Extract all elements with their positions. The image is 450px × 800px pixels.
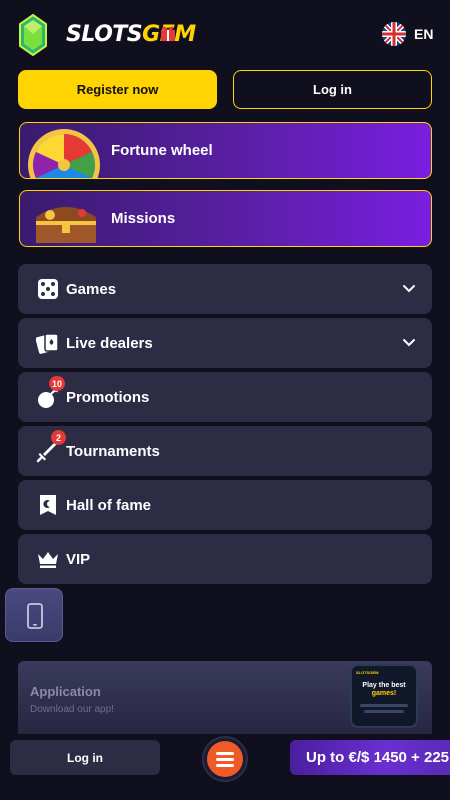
welcome-bonus-button[interactable]: Up to €/$ 1450 + 225 [290,740,450,775]
menu-item-label: Live dealers [66,334,153,352]
chevron-down-icon[interactable] [402,336,416,350]
mobile-device-button[interactable] [5,588,63,642]
dice-icon [38,279,58,299]
tournaments-count-badge: 2 [51,430,66,445]
missions-title: Missions [111,209,176,227]
app-subtitle: Download our app! [30,704,114,715]
phone-line [364,710,404,713]
bonus-label: Up to €/$ 1450 + 225 [306,749,449,766]
phone-brand: SLOTSGEM [356,670,379,675]
hamburger-icon [207,741,243,777]
header: SLOTSGEM EN [0,0,450,66]
login-button[interactable]: Log in [233,70,432,109]
app-download-card[interactable]: Application Download our app! SLOTSGEM P… [18,661,432,741]
fortune-wheel-icon [28,129,100,178]
missions-card[interactable]: Missions [19,190,432,247]
chevron-down-icon[interactable] [402,282,416,296]
fortune-wheel-title: Fortune wheel [111,141,213,159]
menu-toggle-button[interactable] [202,736,248,782]
menu-item-hall-of-fame[interactable]: Hall of fame [18,480,432,530]
menu-item-label: Tournaments [66,442,160,460]
menu-item-tournaments[interactable]: 2 Tournaments [18,426,432,476]
brand-logo[interactable]: SLOTSGEM [66,22,196,47]
crown-icon [38,552,58,568]
gem-logo-icon[interactable] [18,14,48,56]
menu-item-vip[interactable]: VIP [18,534,432,584]
menu-item-live-dealers[interactable]: Live dealers [18,318,432,368]
promotions-count-badge: 10 [49,376,66,391]
gift-bow-icon [161,26,175,41]
app-phone-preview: SLOTSGEM Play the best games! [350,664,418,728]
menu-item-label: Hall of fame [66,496,152,514]
menu-item-label: Promotions [66,388,150,406]
treasure-chest-icon [36,207,96,243]
phone-line [360,704,408,707]
menu-item-games[interactable]: Games [18,264,432,314]
app-title: Application [30,684,101,699]
phone-headline: Play the best games! [362,682,406,697]
menu-item-label: Games [66,280,117,298]
banner-icon [40,495,56,515]
menu-item-promotions[interactable]: 10 Promotions [18,372,432,422]
cards-icon [36,333,59,354]
bottom-login-button[interactable]: Log in [10,740,160,775]
menu-item-label: VIP [66,550,91,568]
uk-flag-icon[interactable] [382,22,406,46]
phone-icon [27,603,43,629]
register-button[interactable]: Register now [18,70,217,109]
fortune-wheel-card[interactable]: Fortune wheel [19,122,432,179]
language-selector[interactable]: EN [414,26,433,42]
